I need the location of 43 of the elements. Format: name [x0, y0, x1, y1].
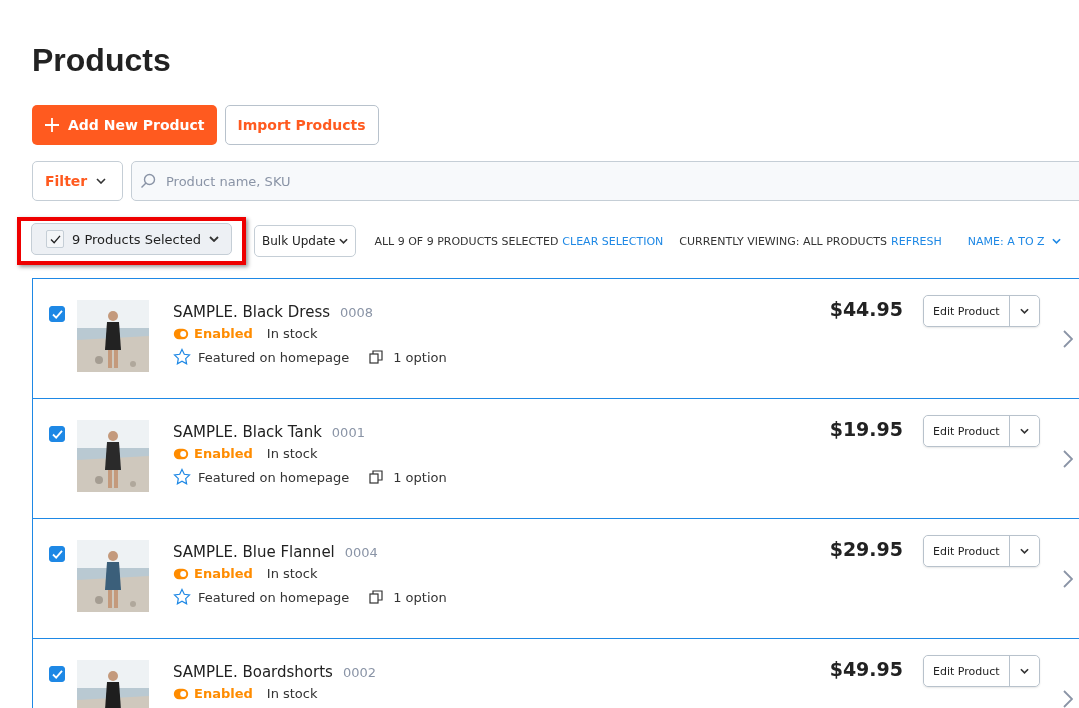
stock-label: In stock — [266, 686, 318, 701]
featured-label: Featured on homepage — [198, 349, 350, 365]
stock-label: In stock — [266, 326, 318, 341]
product-price: $49.95 — [828, 658, 903, 680]
refresh-link[interactable]: REFRESH — [891, 234, 942, 248]
product-name[interactable]: SAMPLE. Blue Flannel — [173, 543, 335, 561]
status-label: Enabled — [194, 326, 253, 341]
product-card[interactable]: SAMPLE. Black Tank 0001 Enabled In stock Featured on homepage 1 option $19.95 Edit Product — [32, 398, 1079, 518]
status-label: Enabled — [194, 446, 253, 461]
stock-label: In stock — [266, 566, 318, 581]
product-sku: 0004 — [344, 545, 378, 560]
edit-product-button[interactable]: Edit Product — [924, 416, 1010, 446]
product-name[interactable]: SAMPLE. Black Dress — [173, 303, 331, 321]
product-price: $44.95 — [828, 298, 903, 320]
search-field[interactable]: Product name, SKU — [131, 161, 1079, 201]
product-card[interactable]: SAMPLE. Black Dress 0008 Enabled In stock Featured on homepage 1 option $44.95 Edit Product — [32, 278, 1079, 398]
options-label: 1 option — [393, 349, 447, 365]
bulk-update-button[interactable]: Bulk Update — [254, 225, 357, 257]
selection-dropdown[interactable]: 9 Products Selected — [31, 223, 233, 255]
product-card[interactable]: SAMPLE. Blue Flannel 0004 Enabled In stock Featured on homepage 1 option $29.95 Edit Product — [32, 518, 1079, 638]
product-name[interactable]: SAMPLE. Boardshorts — [173, 663, 333, 681]
selection-summary: ALL 9 OF 9 PRODUCTS SELECTED — [374, 234, 559, 248]
product-name[interactable]: SAMPLE. Black Tank — [173, 423, 322, 441]
product-sku: 0002 — [342, 665, 376, 680]
featured-label: Featured on homepage — [198, 469, 350, 485]
product-sku: 0008 — [340, 305, 374, 320]
sort-dropdown[interactable]: NAME: A TO Z — [967, 234, 1061, 248]
clear-selection-link[interactable]: CLEAR SELECTION — [562, 234, 664, 248]
product-price: $29.95 — [828, 538, 903, 560]
options-label: 1 option — [393, 469, 447, 485]
status-label: Enabled — [194, 686, 253, 701]
viewing-label: CURRENTLY VIEWING: ALL PRODUCTS — [679, 234, 888, 248]
edit-product-button[interactable]: Edit Product — [924, 656, 1010, 686]
status-label: Enabled — [194, 566, 253, 581]
featured-label: Featured on homepage — [198, 589, 350, 605]
edit-product-button[interactable]: Edit Product — [924, 536, 1010, 566]
edit-product-button[interactable]: Edit Product — [924, 296, 1010, 326]
page-title: Products — [32, 42, 172, 80]
stock-label: In stock — [266, 446, 318, 461]
product-sku: 0001 — [331, 425, 365, 440]
product-price: $19.95 — [828, 418, 903, 440]
options-label: 1 option — [393, 589, 447, 605]
product-card[interactable]: SAMPLE. Boardshorts 0002 Enabled In stock $49.95 Edit Product — [32, 638, 1079, 708]
